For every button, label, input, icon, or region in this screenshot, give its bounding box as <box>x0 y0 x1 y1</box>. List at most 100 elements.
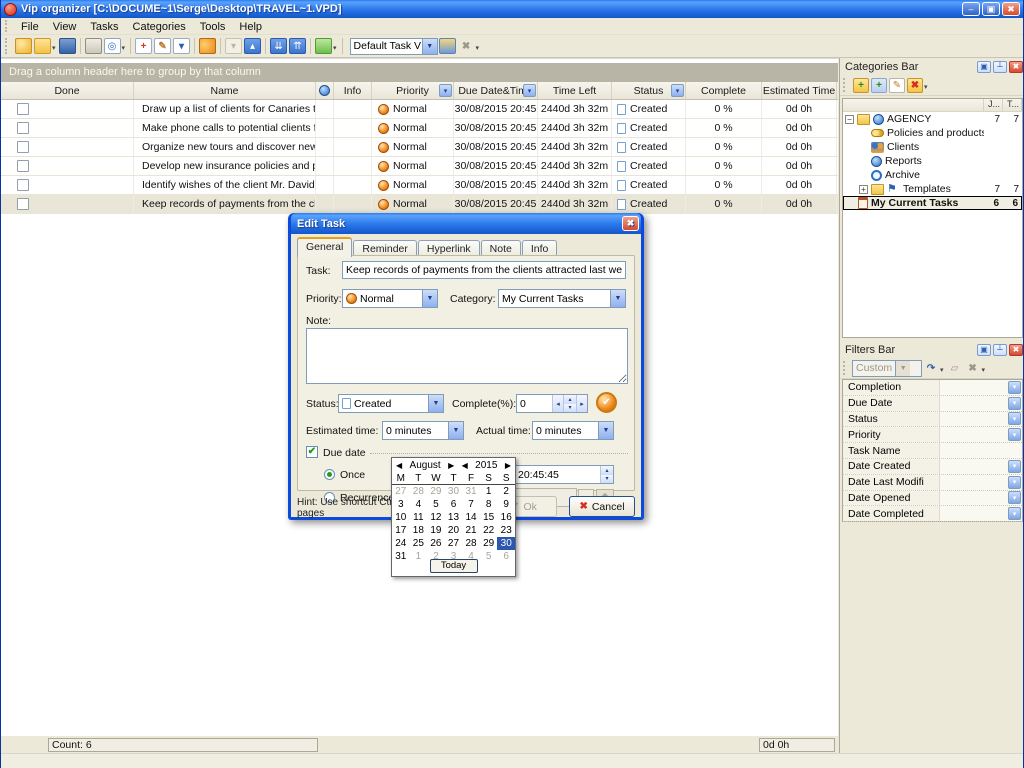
column-header-time-left[interactable]: Time Left <box>538 82 612 99</box>
category-item-archive[interactable]: Archive <box>843 168 1022 182</box>
done-checkbox[interactable] <box>17 198 29 210</box>
table-row[interactable]: Identify wishes of the client Mr. David … <box>1 176 838 195</box>
calendar-day[interactable]: 9 <box>497 498 515 511</box>
categories-pin-icon[interactable]: ┴ <box>993 61 1007 73</box>
filters-close-icon[interactable]: ✖ <box>1009 344 1023 356</box>
toolbar-grip[interactable] <box>5 38 10 53</box>
calendar-day[interactable]: 3 <box>392 498 410 511</box>
table-row[interactable]: Draw up a list of clients for Canaries t… <box>1 100 838 119</box>
apply-filter-icon[interactable]: ↷ <box>923 361 939 376</box>
calendar-day[interactable]: 6 <box>445 498 463 511</box>
done-checkbox[interactable] <box>17 103 29 115</box>
task-view-combo[interactable]: Default Task V ▼ <box>350 38 438 55</box>
category-item-policies-and-products[interactable]: Policies and products <box>843 126 1022 140</box>
calendar-day[interactable]: 5 <box>427 498 445 511</box>
calendar-day[interactable]: 7 <box>462 498 480 511</box>
table-row[interactable]: Keep records of payments from the client… <box>1 195 838 214</box>
combo-arrow-icon[interactable]: ▼ <box>428 395 443 412</box>
close-button[interactable]: ✖ <box>1002 2 1020 16</box>
apply-filter-dropdown-icon[interactable]: ▾ <box>940 366 944 374</box>
dropdown-icon[interactable]: ▾ <box>1008 428 1021 441</box>
open-dropdown-icon[interactable]: ▾ <box>52 44 56 52</box>
table-row[interactable]: Develop new insurance policies and produ… <box>1 157 838 176</box>
menu-tasks[interactable]: Tasks <box>83 20 125 34</box>
task-input[interactable] <box>342 261 626 279</box>
complete-spinner[interactable]: 0 ◂ ▴▾ ▸ <box>516 394 588 413</box>
calendar-day[interactable]: 16 <box>497 511 515 524</box>
column-header-info[interactable]: Info <box>334 82 372 99</box>
category-item-my-current-tasks[interactable]: My Current Tasks66 <box>843 196 1022 210</box>
calendar-day[interactable]: 1 <box>410 550 428 563</box>
next-month-icon[interactable]: ▶ <box>448 461 454 470</box>
dropdown-icon[interactable]: ▾ <box>1008 507 1021 520</box>
calendar-day[interactable]: 31 <box>462 485 480 498</box>
calendar-day[interactable]: 18 <box>410 524 428 537</box>
column-header-done[interactable]: Done <box>1 82 134 99</box>
calendar-day[interactable]: 8 <box>480 498 498 511</box>
calendar-day[interactable]: 21 <box>462 524 480 537</box>
calendar-day[interactable]: 25 <box>410 537 428 550</box>
expander-plus-icon[interactable]: + <box>859 185 868 194</box>
table-row[interactable]: Make phone calls to potential clients fr… <box>1 119 838 138</box>
leaf-icon[interactable] <box>315 38 332 54</box>
menubar-grip[interactable] <box>5 20 10 31</box>
spin-down-icon[interactable]: ▾ <box>600 475 613 484</box>
next-year-icon[interactable]: ▶ <box>505 461 511 470</box>
menu-view[interactable]: View <box>46 20 84 34</box>
collapse-all-icon[interactable]: ⇈ <box>289 38 306 54</box>
dropdown-icon[interactable]: ▾ <box>1008 412 1021 425</box>
filters-pin-icon[interactable]: ┴ <box>993 344 1007 356</box>
note-textarea[interactable] <box>306 328 628 384</box>
table-row[interactable]: Organize new tours and discover new dire… <box>1 138 838 157</box>
done-checkbox[interactable] <box>17 160 29 172</box>
calendar-day[interactable]: 20 <box>445 524 463 537</box>
move-up-icon[interactable]: ▴ <box>244 38 261 54</box>
filter-preset-combo[interactable]: Custom ▼ <box>852 360 922 377</box>
menu-file[interactable]: File <box>14 20 46 34</box>
cancel-button[interactable]: ✖Cancel <box>569 496 635 517</box>
priority-combo[interactable]: Normal ▼ <box>342 289 438 308</box>
column-header-priority[interactable]: Priority▾ <box>372 82 454 99</box>
calendar-day[interactable]: 28 <box>462 537 480 550</box>
restore-button[interactable]: ▣ <box>982 2 1000 16</box>
dropdown-icon[interactable]: ▾ <box>1008 460 1021 473</box>
tab-general[interactable]: General <box>297 237 352 257</box>
column-header-name[interactable]: Name <box>134 82 316 99</box>
edit-category-icon[interactable]: ✎ <box>889 78 905 93</box>
prev-month-icon[interactable]: ◀ <box>396 461 402 470</box>
minimize-button[interactable]: – <box>962 2 980 16</box>
spin-right-icon[interactable]: ▸ <box>576 395 587 412</box>
combo-arrow-icon[interactable]: ▼ <box>610 290 625 307</box>
column-header-due-date-time[interactable]: Due Date&Time▾ <box>454 82 538 99</box>
filters-restore-icon[interactable]: ▣ <box>977 344 991 356</box>
column-header-attachment[interactable] <box>316 82 334 99</box>
delete-view-icon[interactable]: ✖ <box>458 38 475 54</box>
calendar-day[interactable]: 28 <box>410 485 428 498</box>
categories-close-icon[interactable]: ✖ <box>1009 61 1023 73</box>
done-checkbox[interactable] <box>17 141 29 153</box>
calendar-day[interactable]: 29 <box>480 537 498 550</box>
leaf-dropdown-icon[interactable]: ▾ <box>333 44 337 52</box>
categories-overflow-icon[interactable]: ▾ <box>924 83 928 91</box>
group-by-bar[interactable]: Drag a column header here to group by th… <box>1 63 838 82</box>
edit-view-icon[interactable] <box>439 38 456 54</box>
delete-task-icon[interactable]: ▾ <box>173 38 190 54</box>
category-item-clients[interactable]: Clients <box>843 140 1022 154</box>
calendar-day[interactable]: 17 <box>392 524 410 537</box>
category-item-templates[interactable]: +⚑Templates77 <box>843 182 1022 196</box>
due-date-checkbox[interactable]: ✔ <box>306 446 318 458</box>
open-file-icon[interactable] <box>34 38 51 54</box>
find-icon[interactable] <box>199 38 216 54</box>
calendar-day[interactable]: 10 <box>392 511 410 524</box>
toolbar-overflow-icon[interactable]: ▾ <box>476 44 480 52</box>
calendar-day[interactable]: 14 <box>462 511 480 524</box>
filter-dropdown-icon[interactable]: ▾ <box>439 84 452 97</box>
categories-restore-icon[interactable]: ▣ <box>977 61 991 73</box>
calendar-day[interactable]: 6 <box>497 550 515 563</box>
calendar-day[interactable]: 1 <box>480 485 498 498</box>
column-header-status[interactable]: Status▾ <box>612 82 686 99</box>
calendar-day[interactable]: 30 <box>445 485 463 498</box>
due-time-spinner[interactable]: 20:45:45 ▴▾ <box>514 465 614 484</box>
spin-up-icon[interactable]: ▴ <box>600 466 613 475</box>
calendar-day[interactable]: 4 <box>410 498 428 511</box>
